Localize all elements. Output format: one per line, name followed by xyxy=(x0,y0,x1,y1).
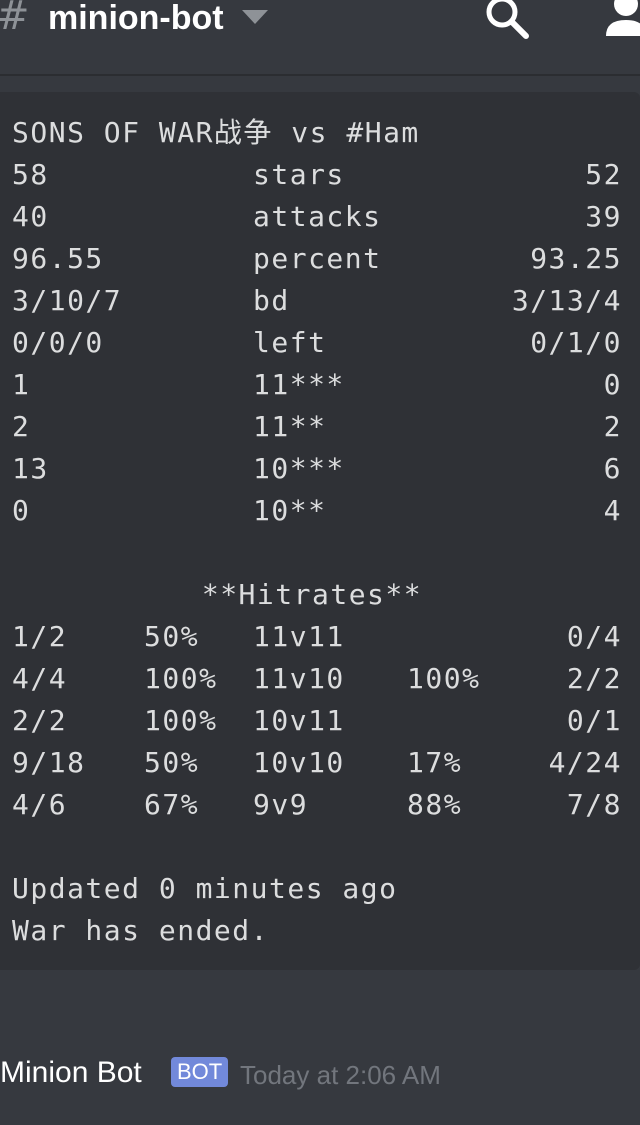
bot-badge: BOT xyxy=(171,1057,229,1087)
home-value: 13 xyxy=(12,452,49,485)
enemy-value: 93.25 xyxy=(530,242,622,275)
home-value: 0/0/0 xyxy=(12,326,104,359)
home-hit-ratio: 1/2 xyxy=(12,620,68,653)
war-title: SONS OF WAR战争 vs #Ham xyxy=(12,116,420,149)
stat-label: left xyxy=(253,326,327,359)
home-value: 96.55 xyxy=(12,242,104,275)
hitrate-row: 2/2 100% 10v11 0/1 xyxy=(12,700,632,742)
stat-label: 11** xyxy=(253,410,327,443)
stats-row: 96.55 percent 93.25 xyxy=(12,238,632,280)
enemy-value: 2 xyxy=(603,410,622,443)
enemy-hit-percent: 17% xyxy=(407,746,463,779)
stat-label: 11*** xyxy=(253,368,345,401)
th-matchup: 11v10 xyxy=(253,662,345,695)
channel-name[interactable]: minion-bot xyxy=(48,0,224,40)
hitrates-title: **Hitrates** xyxy=(201,578,423,611)
enemy-hit-percent: 88% xyxy=(407,788,463,821)
home-hit-ratio: 4/4 xyxy=(12,662,68,695)
th-matchup: 10v11 xyxy=(253,704,345,737)
stat-label: 10** xyxy=(253,494,327,527)
stats-row: 2 11** 2 xyxy=(12,406,632,448)
stat-label: percent xyxy=(253,242,382,275)
enemy-hit-ratio: 2/2 xyxy=(566,662,622,695)
stats-row: 0 10** 4 xyxy=(12,490,632,532)
th-matchup: 11v11 xyxy=(253,620,345,653)
stat-label: 10*** xyxy=(253,452,345,485)
hitrate-row: 4/6 67% 9v9 88% 7/8 xyxy=(12,784,632,826)
message-author[interactable]: Minion Bot xyxy=(0,1053,142,1093)
enemy-hit-ratio: 7/8 xyxy=(566,788,622,821)
enemy-value: 39 xyxy=(585,200,622,233)
enemy-hit-ratio: 0/1 xyxy=(566,704,622,737)
footer-line-status: War has ended. xyxy=(12,910,632,952)
home-hit-percent: 50% xyxy=(144,746,200,779)
enemy-value: 52 xyxy=(585,158,622,191)
stats-table: 58 stars 52 40 attacks 39 96.55 percent 93.25 3/1… xyxy=(12,154,632,532)
search-icon[interactable] xyxy=(478,0,534,42)
enemy-hit-percent: 100% xyxy=(407,662,481,695)
home-value: 1 xyxy=(12,368,31,401)
chevron-down-icon[interactable] xyxy=(242,10,268,24)
war-stats-codeblock: SONS OF WAR战争 vs #Ham 58 stars 52 40 attacks… xyxy=(12,112,632,952)
home-value: 0 xyxy=(12,494,31,527)
message-timestamp: Today at 2:06 AM xyxy=(240,1060,441,1090)
enemy-value: 4 xyxy=(603,494,622,527)
hitrate-row: 4/4 100% 11v10 100% 2/2 xyxy=(12,658,632,700)
stats-row: 0/0/0 left 0/1/0 xyxy=(12,322,632,364)
hitrates-heading: **Hitrates** xyxy=(12,574,632,616)
home-hit-ratio: 4/6 xyxy=(12,788,68,821)
member-list-icon[interactable] xyxy=(600,0,640,40)
home-hit-percent: 100% xyxy=(144,662,218,695)
stats-row: 1 11*** 0 xyxy=(12,364,632,406)
stats-row: 3/10/7 bd 3/13/4 xyxy=(12,280,632,322)
home-hit-ratio: 2/2 xyxy=(12,704,68,737)
stat-label: stars xyxy=(253,158,345,191)
war-summary-embed: SONS OF WAR战争 vs #Ham 58 stars 52 40 attacks… xyxy=(0,92,640,970)
channel-header: # minion-bot xyxy=(0,0,640,76)
th-matchup: 9v9 xyxy=(253,788,309,821)
home-value: 58 xyxy=(12,158,49,191)
home-hit-percent: 50% xyxy=(144,620,200,653)
stat-label: bd xyxy=(253,284,290,317)
enemy-value: 3/13/4 xyxy=(511,284,622,317)
enemy-value: 6 xyxy=(603,452,622,485)
war-status-text: War has ended. xyxy=(12,914,270,947)
home-value: 3/10/7 xyxy=(12,284,123,317)
hash-icon: # xyxy=(0,0,30,38)
enemy-hit-ratio: 4/24 xyxy=(548,746,622,779)
enemy-hit-ratio: 0/4 xyxy=(566,620,622,653)
home-hit-ratio: 9/18 xyxy=(12,746,86,779)
th-matchup: 10v10 xyxy=(253,746,345,779)
hitrates-table: 1/2 50% 11v11 0/4 4/4 100% 11v10 100% 2/2 2/2 100%… xyxy=(12,616,632,826)
home-value: 40 xyxy=(12,200,49,233)
home-hit-percent: 67% xyxy=(144,788,200,821)
stats-row: 58 stars 52 xyxy=(12,154,632,196)
home-value: 2 xyxy=(12,410,31,443)
enemy-value: 0/1/0 xyxy=(530,326,622,359)
embed-title: SONS OF WAR战争 vs #Ham xyxy=(12,112,632,154)
footer-line-updated: Updated 0 minutes ago xyxy=(12,868,632,910)
enemy-value: 0 xyxy=(603,368,622,401)
stat-label: attacks xyxy=(253,200,382,233)
stats-row: 40 attacks 39 xyxy=(12,196,632,238)
updated-text: Updated 0 minutes ago xyxy=(12,872,398,905)
home-hit-percent: 100% xyxy=(144,704,218,737)
hitrate-row: 9/18 50% 10v10 17% 4/24 xyxy=(12,742,632,784)
stats-row: 13 10*** 6 xyxy=(12,448,632,490)
hitrate-row: 1/2 50% 11v11 0/4 xyxy=(12,616,632,658)
